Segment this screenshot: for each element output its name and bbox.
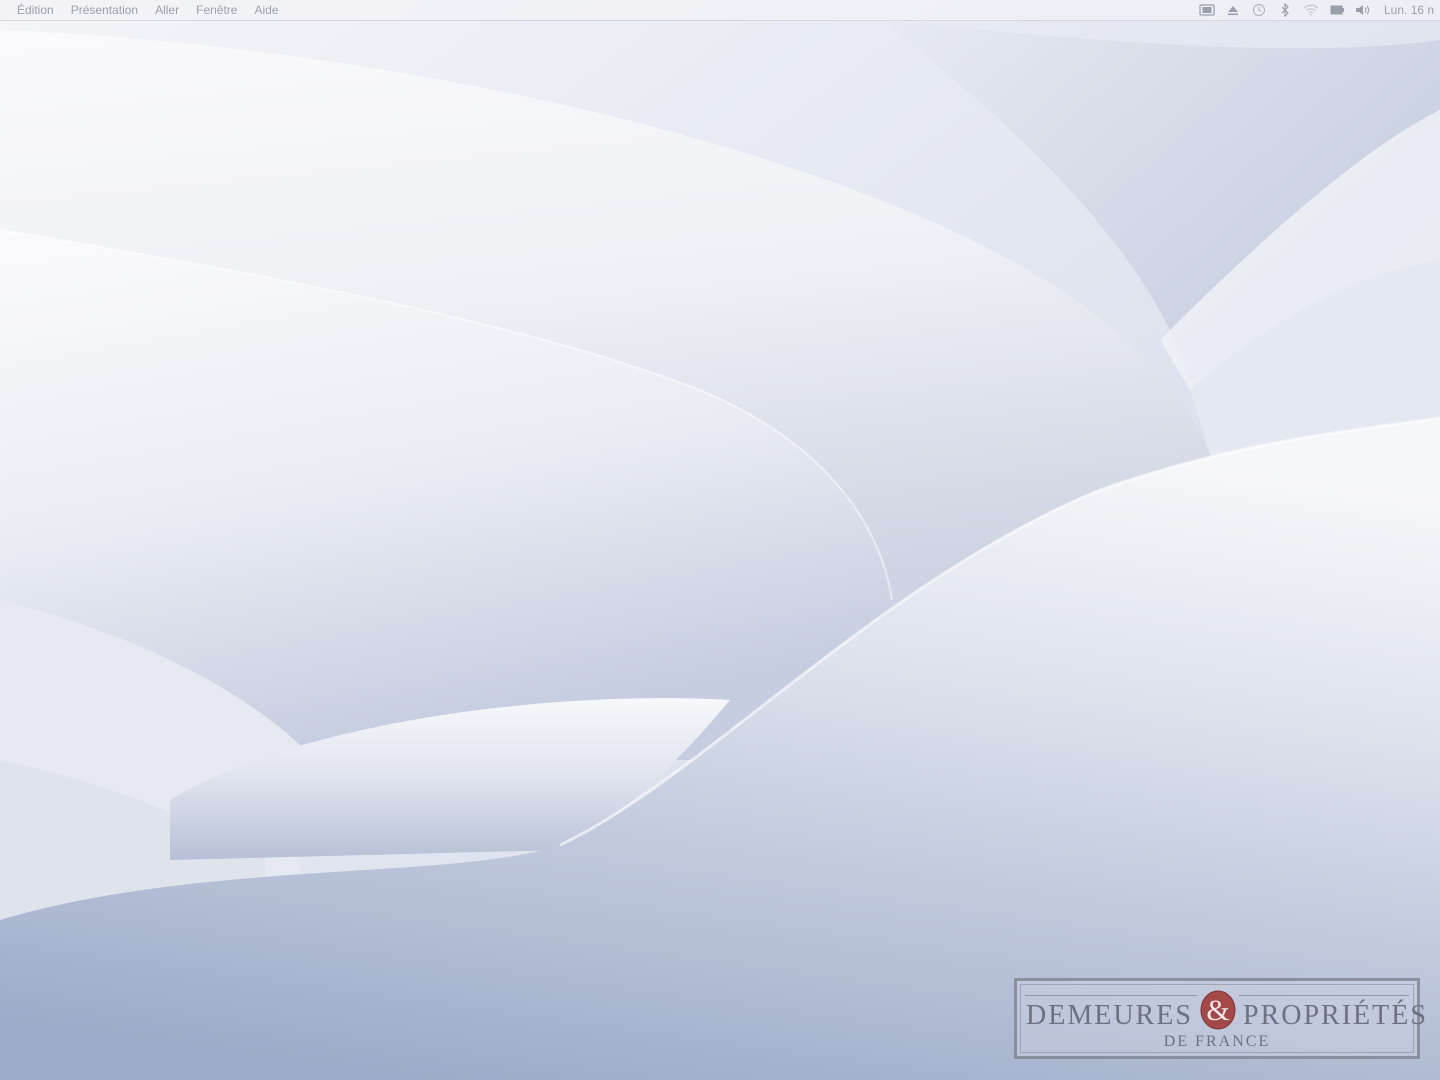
logo-word-proprietes: PROPRIÉTÉS	[1243, 1000, 1428, 1031]
menu-bar-clock[interactable]: Lun. 16 n	[1384, 0, 1440, 20]
menu-presentation[interactable]: Présentation	[71, 0, 138, 21]
demeures-proprietes-logo: DEMEURES & PROPRIÉTÉS DE FRANCE	[1014, 978, 1426, 1059]
logo-subtitle: DE FRANCE	[1163, 1033, 1271, 1050]
battery-icon[interactable]	[1328, 0, 1346, 20]
desktop-wallpaper	[0, 0, 1440, 1080]
logo-rule-left	[1025, 995, 1197, 996]
screen-mirroring-icon[interactable]	[1198, 0, 1216, 20]
menu-aller[interactable]: Aller	[155, 0, 179, 21]
svg-text:&: &	[1206, 994, 1229, 1027]
volume-icon[interactable]	[1354, 0, 1372, 20]
menu-edition[interactable]: Édition	[17, 0, 54, 21]
menu-fenetre[interactable]: Fenêtre	[196, 0, 237, 21]
menu-bar: Édition Présentation Aller Fenêtre Aide	[0, 0, 1440, 21]
menu-bar-left: Édition Présentation Aller Fenêtre Aide	[0, 0, 296, 20]
time-machine-icon[interactable]	[1250, 0, 1268, 20]
logo-word-demeures: DEMEURES	[1026, 1000, 1193, 1031]
eject-icon[interactable]	[1224, 0, 1242, 20]
ampersand-emblem-icon: &	[1199, 989, 1237, 1031]
logo-rule-right	[1239, 995, 1409, 996]
wifi-icon[interactable]	[1302, 0, 1320, 20]
bluetooth-icon[interactable]	[1276, 0, 1294, 20]
menu-aide[interactable]: Aide	[254, 0, 278, 21]
menu-bar-status: Lun. 16 n	[1194, 0, 1440, 20]
snow-dunes-image	[0, 0, 1440, 1080]
